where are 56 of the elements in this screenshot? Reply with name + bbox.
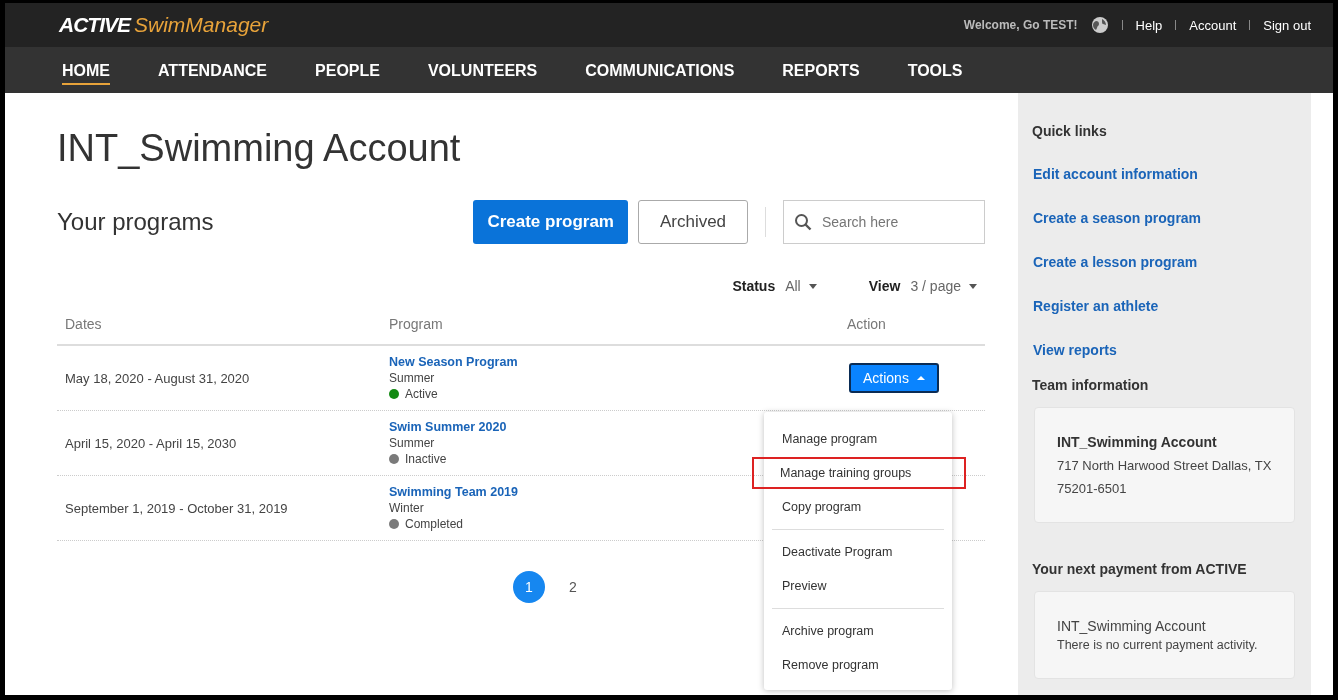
nav-tab[interactable]: VOLUNTEERS (427, 55, 538, 85)
date-range: April 15, 2020 - April 15, 2030 (65, 435, 238, 451)
team-name: INT_Swimming Account (1057, 434, 1218, 450)
status-text: Active (405, 387, 438, 401)
nav-tab[interactable]: PEOPLE (315, 55, 380, 85)
page-button[interactable]: 1 (513, 571, 545, 603)
status-dropdown[interactable]: All (785, 278, 817, 294)
menu-item[interactable]: Copy program (764, 491, 952, 523)
view-dropdown[interactable]: 3 / page (910, 278, 977, 294)
column-header: Dates (65, 316, 103, 332)
quick-link[interactable]: Register an athlete (1032, 298, 1297, 314)
actions-button[interactable]: Actions (849, 363, 939, 393)
welcome-text: Welcome, Go TEST! (963, 18, 1078, 32)
nav-tab[interactable]: REPORTS (782, 55, 860, 85)
header-link[interactable]: Sign out (1263, 17, 1311, 33)
program-link[interactable]: New Season Program (389, 355, 789, 369)
header-link[interactable]: Account (1189, 17, 1237, 33)
page-button[interactable]: 2 (557, 571, 589, 603)
sidebar-heading: Team information (1032, 377, 1150, 393)
filter-label: Status (732, 278, 776, 294)
section-heading: Your programs (57, 208, 215, 236)
column-header: Action (846, 316, 887, 332)
header-link[interactable]: Help (1135, 17, 1163, 33)
nav-tab[interactable]: COMMUNICATIONS (585, 55, 735, 85)
date-range: May 18, 2020 - August 31, 2020 (65, 370, 251, 386)
quick-link[interactable]: Create a season program (1032, 210, 1297, 226)
menu-item[interactable]: Archive program (764, 615, 952, 647)
nav-tab[interactable]: HOME (62, 55, 110, 85)
date-range: September 1, 2019 - October 31, 2019 (65, 500, 289, 516)
filter-label: View (868, 278, 901, 294)
quick-link[interactable]: Edit account information (1032, 166, 1297, 182)
menu-item[interactable]: Deactivate Program (764, 536, 952, 568)
menu-item[interactable]: Preview (764, 570, 952, 602)
payment-account: INT_Swimming Account (1057, 618, 1207, 634)
program-season: Summer (389, 371, 436, 385)
search-field[interactable]: Search here (783, 200, 985, 244)
sidebar-heading: Quick links (1032, 123, 1108, 139)
status-text: Completed (405, 517, 464, 531)
column-header: Program (389, 316, 444, 332)
payment-note: There is no current payment activity. (1057, 638, 1259, 652)
team-zip: 75201-6501 (1057, 481, 1128, 496)
status-text: Inactive (405, 452, 447, 466)
quick-link[interactable]: Create a lesson program (1032, 254, 1297, 270)
page-title: INT_Swimming Account (57, 127, 462, 170)
globe-icon[interactable] (1090, 16, 1109, 34)
menu-item[interactable]: Manage training groups (752, 457, 966, 489)
team-address: 717 North Harwood Street Dallas, TX (1057, 458, 1272, 473)
quick-link[interactable]: View reports (1032, 342, 1297, 358)
menu-item[interactable]: Manage program (764, 423, 952, 455)
sidebar-heading: Your next payment from ACTIVE (1032, 561, 1248, 577)
search-icon (794, 213, 812, 231)
archived-button[interactable]: Archived (638, 200, 748, 244)
nav-tab[interactable]: TOOLS (907, 55, 963, 85)
nav-tab[interactable]: ATTENDANCE (158, 55, 268, 85)
menu-item[interactable]: Remove program (764, 649, 952, 681)
create-program-button[interactable]: Create program (473, 200, 628, 244)
